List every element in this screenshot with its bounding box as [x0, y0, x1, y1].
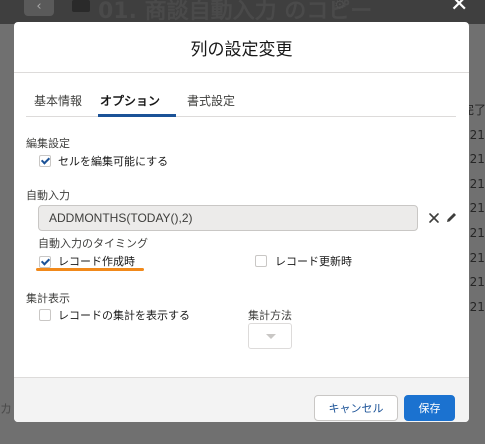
- gear-icon[interactable]: ⚙: [334, 0, 346, 13]
- auto-input-formula-field[interactable]: ADDMONTHS(TODAY(),2): [38, 205, 418, 231]
- save-button[interactable]: 保存: [404, 395, 455, 421]
- auto-input-label: 自動入力: [26, 189, 70, 202]
- column-settings-modal: 列の設定変更 基本情報 オプション 書式設定 編集設定 セルを編集可能にする 自…: [14, 22, 469, 422]
- pencil-icon[interactable]: [445, 211, 458, 224]
- tab-format[interactable]: 書式設定: [187, 92, 235, 109]
- modal-footer: キャンセル 保存: [14, 377, 469, 422]
- tab-bar: 基本情報 オプション 書式設定: [26, 84, 456, 117]
- cancel-button[interactable]: キャンセル: [314, 395, 398, 421]
- modal-header: 列の設定変更: [14, 22, 469, 73]
- editable-cell-checkbox[interactable]: [39, 155, 51, 167]
- active-tab-indicator: [98, 114, 176, 117]
- on-create-checkbox[interactable]: [39, 256, 51, 268]
- record-type-icon: [72, 0, 90, 12]
- chevron-down-icon: [266, 334, 276, 339]
- aggregate-method-label: 集計方法: [248, 309, 292, 322]
- on-create-label: レコード作成時: [58, 255, 135, 268]
- close-icon[interactable]: ✕: [450, 0, 468, 16]
- modal-title: 列の設定変更: [190, 39, 293, 60]
- on-update-checkbox[interactable]: [255, 255, 267, 267]
- auto-input-timing-label: 自動入力のタイミング: [38, 237, 148, 250]
- clear-icon[interactable]: [428, 212, 440, 224]
- tab-basic-info[interactable]: 基本情報: [34, 92, 82, 109]
- show-aggregate-label: レコードの集計を表示する: [58, 309, 190, 322]
- background-bottom-text: カ: [0, 402, 13, 416]
- edit-settings-label: 編集設定: [26, 137, 70, 150]
- aggregate-method-select[interactable]: [248, 323, 292, 349]
- on-update-label: レコード更新時: [275, 255, 352, 268]
- show-aggregate-checkbox[interactable]: [39, 309, 51, 321]
- highlight-underline: [36, 268, 144, 271]
- back-button[interactable]: ‹: [24, 0, 54, 16]
- editable-cell-label: セルを編集可能にする: [58, 155, 169, 168]
- aggregate-display-label: 集計表示: [26, 292, 70, 305]
- tab-options[interactable]: オプション: [100, 92, 160, 109]
